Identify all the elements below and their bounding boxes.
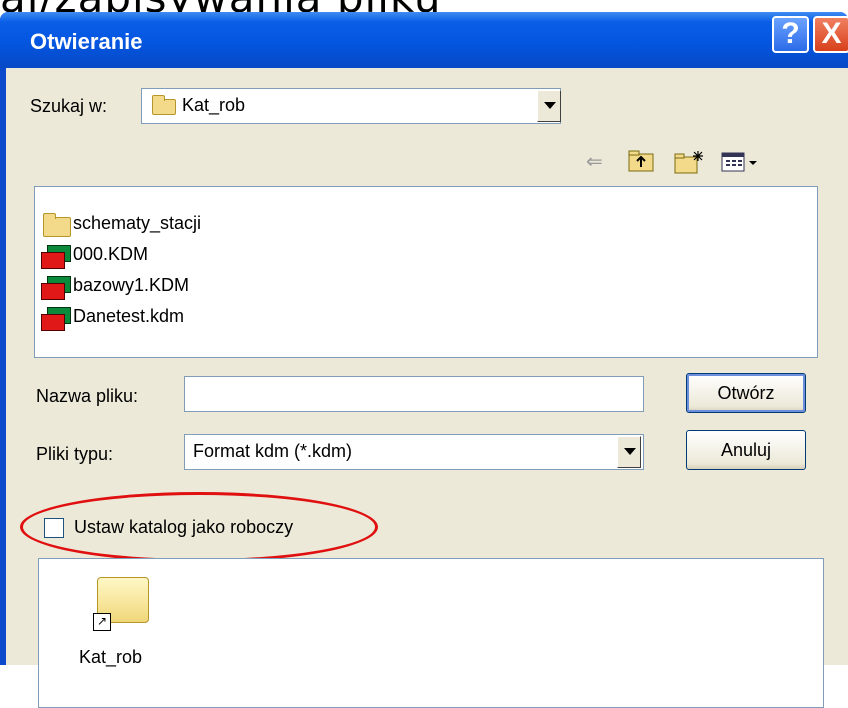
highlight-ellipse (20, 492, 378, 562)
folder-icon (152, 95, 176, 115)
look-in-value: Kat_rob (182, 95, 246, 115)
file-name: 000.KDM (73, 244, 149, 264)
cancel-button[interactable]: Anuluj (686, 430, 806, 470)
new-folder-icon[interactable] (674, 150, 704, 180)
dialog-title: Otwieranie (30, 29, 143, 54)
shortcut-arrow-icon: ↗ (93, 613, 111, 631)
kdm-file-icon (41, 307, 71, 331)
help-button[interactable]: ? (772, 16, 809, 53)
file-name: bazowy1.KDM (73, 275, 190, 295)
kdm-file-icon (41, 245, 71, 269)
filename-label: Nazwa pliku: (36, 386, 139, 406)
file-list[interactable]: schematy_stacji 000.KDM bazowy1.KDM Dane… (34, 186, 818, 358)
view-menu-icon[interactable] (720, 150, 760, 180)
open-dialog: Otwieranie ? X Szukaj w: Kat_rob ⇐ schem… (0, 12, 848, 708)
chevron-down-icon[interactable] (537, 90, 561, 122)
chevron-down-icon[interactable] (617, 436, 641, 468)
dialog-body: Szukaj w: Kat_rob ⇐ schematy_stacji 000.… (6, 68, 848, 708)
preview-panel: ↗ Kat_rob (38, 558, 824, 708)
look-in-label: Szukaj w: (30, 96, 108, 116)
look-in-dropdown[interactable]: Kat_rob (141, 88, 561, 124)
filetype-dropdown[interactable]: Format kdm (*.kdm) (184, 434, 644, 470)
up-folder-icon[interactable] (628, 150, 654, 178)
close-button[interactable]: X (813, 16, 848, 53)
filetype-label: Pliki typu: (36, 444, 114, 464)
filetype-value: Format kdm (*.kdm) (193, 441, 353, 461)
back-arrow-icon[interactable]: ⇐ (586, 150, 603, 174)
title-bar[interactable]: Otwieranie ? X (0, 12, 848, 68)
kdm-file-icon (41, 276, 71, 300)
folder-icon (43, 213, 71, 237)
open-button[interactable]: Otwórz (686, 373, 806, 413)
filename-input[interactable] (184, 376, 644, 412)
file-name: schematy_stacji (73, 213, 202, 233)
file-name: Danetest.kdm (73, 306, 185, 326)
